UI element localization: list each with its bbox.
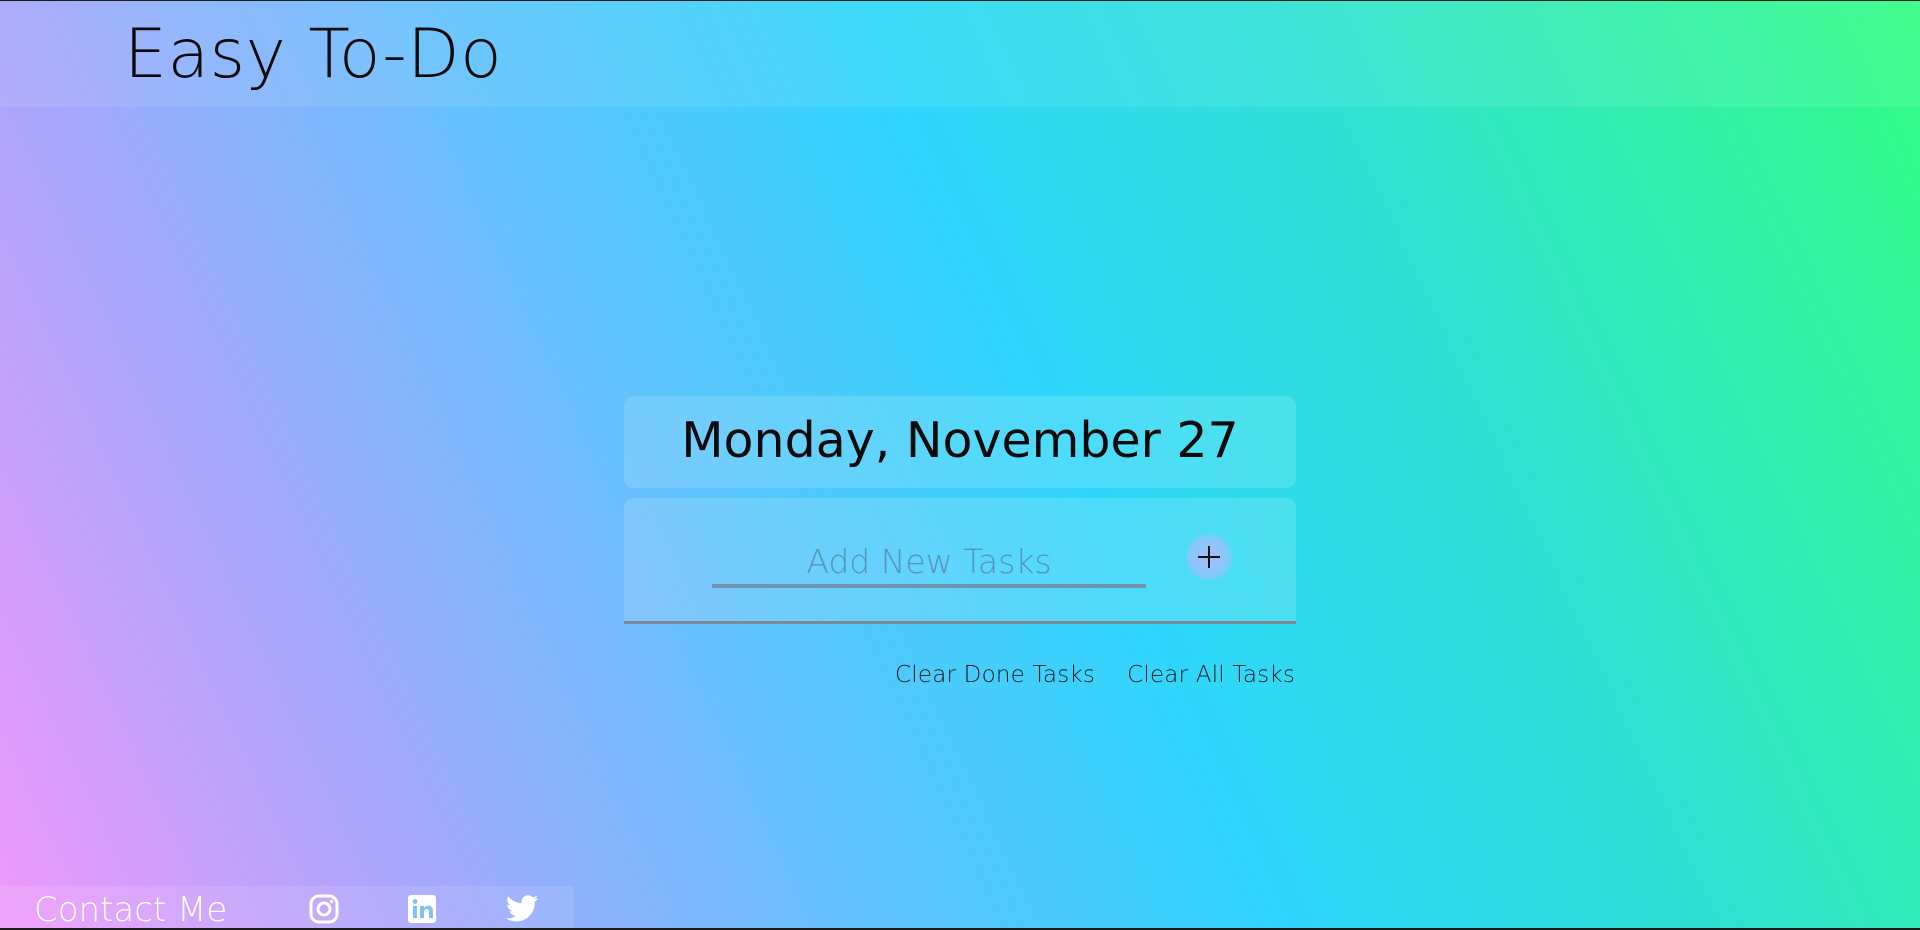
task-entry-card [624, 498, 1296, 624]
plus-icon [1198, 546, 1220, 568]
new-task-input[interactable] [712, 538, 1146, 588]
current-date: Monday, November 27 [681, 412, 1239, 469]
instagram-link[interactable] [306, 892, 342, 926]
clear-done-tasks-button[interactable]: Clear Done Tasks [895, 662, 1095, 692]
twitter-icon [506, 895, 538, 922]
twitter-link[interactable] [504, 892, 540, 926]
linkedin-icon [408, 895, 436, 923]
task-actions: Clear Done Tasks Clear All Tasks [895, 662, 1295, 692]
instagram-icon [309, 894, 339, 924]
footer: Contact Me [0, 886, 574, 930]
date-card: Monday, November 27 [624, 396, 1296, 488]
linkedin-link[interactable] [404, 892, 440, 926]
add-task-button[interactable] [1186, 534, 1232, 580]
app-title: Easy To-Do [124, 15, 503, 94]
clear-all-tasks-button[interactable]: Clear All Tasks [1127, 662, 1295, 692]
app-header: Easy To-Do [0, 1, 1920, 107]
contact-label: Contact Me [34, 890, 228, 930]
